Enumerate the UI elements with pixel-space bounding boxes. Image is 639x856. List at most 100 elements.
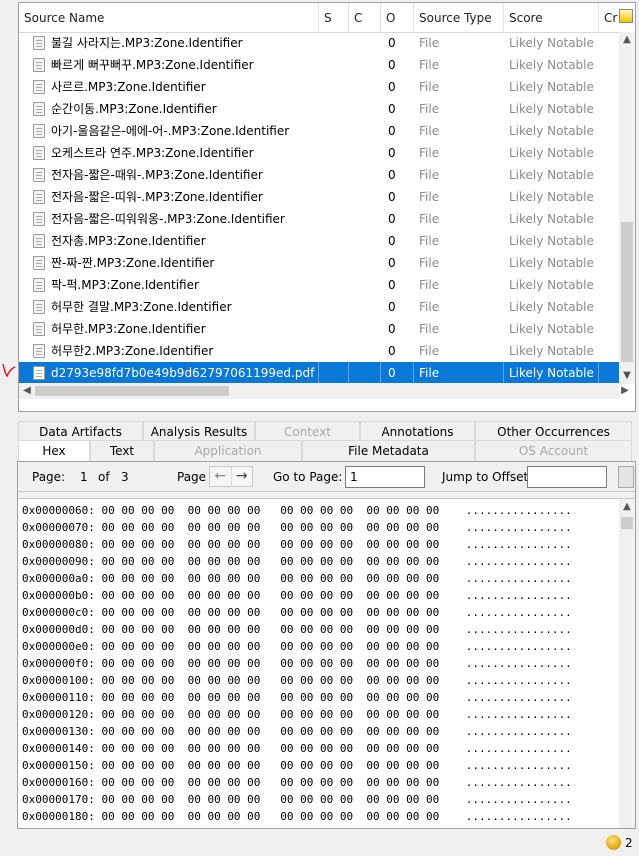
hex-bytes: 00 00 00 00 00 00 00 00 00 00 00 00 00 0… <box>101 742 440 755</box>
hex-bytes: 00 00 00 00 00 00 00 00 00 00 00 00 00 0… <box>101 759 440 772</box>
c-cell <box>349 340 381 362</box>
s-cell <box>319 318 349 340</box>
tab-annotations[interactable]: Annotations <box>360 421 475 441</box>
o-cell: 0 <box>388 234 396 248</box>
c-cell <box>349 274 381 296</box>
o-cell: 0 <box>388 102 396 116</box>
table-row[interactable]: 아기-울음같은-에에-어-.MP3:Zone.Identifier 0 File Li… <box>19 120 619 142</box>
scroll-thumb[interactable] <box>621 517 633 529</box>
source-name-cell: 불길 사라지는.MP3:Zone.Identifier <box>19 32 319 54</box>
hex-ascii: ................ <box>465 623 572 636</box>
page-label: Page: <box>32 470 66 484</box>
tab-hex[interactable]: Hex <box>18 440 90 461</box>
hex-bytes: 00 00 00 00 00 00 00 00 00 00 00 00 00 0… <box>101 708 440 721</box>
tab-context[interactable]: Context <box>255 421 360 441</box>
table-row[interactable]: 사르르.MP3:Zone.Identifier 0 File Likely Notab… <box>19 76 619 98</box>
source-name-text: 불길 사라지는.MP3:Zone.Identifier <box>51 36 243 50</box>
hex-line: 0x000000a0: 00 00 00 00 00 00 00 00 00 0… <box>22 570 572 587</box>
table-row[interactable]: d2793e98fd7b0e49b9d62797061199ed.pdf 0 Fil… <box>19 362 619 384</box>
tab-analysis-results[interactable]: Analysis Results <box>143 421 255 441</box>
s-cell <box>319 54 349 76</box>
previous-page-arrow-icon[interactable]: ← <box>210 467 231 486</box>
source-name-cell: 팍-퍽.MP3:Zone.Identifier <box>19 274 319 296</box>
scroll-thumb[interactable] <box>35 386 229 396</box>
s-cell <box>319 142 349 164</box>
tab-application[interactable]: Application <box>154 440 302 461</box>
table-row[interactable]: 빠르게 뻐꾸뻐꾸.MP3:Zone.Identifier 0 File Likely … <box>19 54 619 76</box>
table-horizontal-scrollbar[interactable]: ◀ ▶ <box>19 383 629 399</box>
scroll-thumb[interactable] <box>621 222 633 362</box>
table-row[interactable]: 불길 사라지는.MP3:Zone.Identifier 0 File Likely N… <box>19 32 619 54</box>
scroll-up-arrow-icon[interactable]: ▲ <box>619 499 635 515</box>
tab-other-occurrences[interactable]: Other Occurrences <box>475 421 632 441</box>
table-row[interactable]: 전자음-짧은-때워-.MP3:Zone.Identifier 0 File Likel… <box>19 164 619 186</box>
hex-bytes: 00 00 00 00 00 00 00 00 00 00 00 00 00 0… <box>101 521 440 534</box>
o-cell: 0 <box>388 300 396 314</box>
table-row[interactable]: 전자음-짧은-띠워-.MP3:Zone.Identifier 0 File Likel… <box>19 186 619 208</box>
s-cell <box>319 296 349 318</box>
scroll-right-arrow-icon[interactable]: ▶ <box>617 383 633 399</box>
hex-offset: 0x00000130: <box>22 725 95 738</box>
o-cell: 0 <box>388 80 396 94</box>
hex-ascii: ................ <box>465 776 572 789</box>
table-vertical-scrollbar[interactable]: ▲ ▼ <box>619 32 635 384</box>
column-header-o[interactable]: O <box>381 3 414 33</box>
table-row[interactable]: 짠-짜-짠.MP3:Zone.Identifier 0 File Likely Not… <box>19 252 619 274</box>
c-cell <box>349 142 381 164</box>
c-cell <box>349 164 381 186</box>
source-type-cell: File <box>419 36 440 50</box>
file-icon <box>33 256 45 270</box>
file-icon <box>33 344 45 358</box>
hex-vertical-scrollbar[interactable]: ▲ <box>619 499 635 828</box>
source-name-cell: 전자음-짧은-띠워-.MP3:Zone.Identifier <box>19 186 319 208</box>
hex-bytes: 00 00 00 00 00 00 00 00 00 00 00 00 00 0… <box>101 725 440 738</box>
c-cell <box>349 230 381 252</box>
scroll-left-arrow-icon[interactable]: ◀ <box>19 383 35 399</box>
tab-os-account[interactable]: OS Account <box>475 440 632 461</box>
table-row[interactable]: 순간이동.MP3:Zone.Identifier 0 File Likely Nota… <box>19 98 619 120</box>
content-viewer-tabs-row1: Data Artifacts Analysis Results Context Ann… <box>18 421 632 441</box>
tab-data-artifacts[interactable]: Data Artifacts <box>18 421 143 441</box>
column-header-s[interactable]: S <box>319 3 349 33</box>
scroll-up-arrow-icon[interactable]: ▲ <box>619 32 635 48</box>
source-type-cell: File <box>419 168 440 182</box>
score-cell: Likely Notable <box>509 58 594 72</box>
tab-file-metadata[interactable]: File Metadata <box>302 440 475 461</box>
source-name-cell: 전자총.MP3:Zone.Identifier <box>19 230 319 252</box>
source-name-text: 전자음-짧은-때워-.MP3:Zone.Identifier <box>51 168 263 182</box>
column-header-source-name[interactable]: Source Name <box>19 3 319 33</box>
source-type-cell: File <box>419 146 440 160</box>
hex-content[interactable]: 0x00000060: 00 00 00 00 00 00 00 00 00 0… <box>18 498 635 828</box>
column-header-score[interactable]: Score <box>504 3 599 33</box>
hex-ascii: ................ <box>465 657 572 670</box>
table-row[interactable]: 전자음-짧은-띠워워옹-.MP3:Zone.Identifier 0 File Lik… <box>19 208 619 230</box>
hex-bytes: 00 00 00 00 00 00 00 00 00 00 00 00 00 0… <box>101 538 440 551</box>
column-header-source-type[interactable]: Source Type <box>414 3 504 33</box>
table-row[interactable]: 허무한 결말.MP3:Zone.Identifier 0 File Likely No… <box>19 296 619 318</box>
hex-line: 0x00000080: 00 00 00 00 00 00 00 00 00 0… <box>22 536 572 553</box>
file-icon <box>33 80 45 94</box>
jump-to-offset-input[interactable] <box>527 466 607 488</box>
column-header-c[interactable]: C <box>349 3 381 33</box>
table-row[interactable]: 허무한2.MP3:Zone.Identifier 0 File Likely Nota… <box>19 340 619 362</box>
table-row[interactable]: 허무한.MP3:Zone.Identifier 0 File Likely Notab… <box>19 318 619 340</box>
o-cell: 0 <box>388 146 396 160</box>
notification-bulb-icon[interactable] <box>606 835 621 850</box>
hex-bytes: 00 00 00 00 00 00 00 00 00 00 00 00 00 0… <box>101 623 440 636</box>
file-icon <box>33 234 45 248</box>
next-page-arrow-icon[interactable]: → <box>230 467 253 486</box>
hex-ascii: ................ <box>465 742 572 755</box>
score-cell: Likely Notable <box>509 36 594 50</box>
toolbar-overflow-button[interactable] <box>618 466 634 488</box>
table-row[interactable]: 팍-퍽.MP3:Zone.Identifier 0 File Likely Notab… <box>19 274 619 296</box>
tab-text[interactable]: Text <box>90 440 154 461</box>
score-cell: Likely Notable <box>509 256 594 270</box>
file-icon <box>33 168 45 182</box>
c-cell <box>349 318 381 340</box>
scroll-down-arrow-icon[interactable]: ▼ <box>619 368 635 384</box>
column-chooser-icon[interactable] <box>619 9 633 23</box>
table-row[interactable]: 오케스트라 연주.MP3:Zone.Identifier 0 File Likely … <box>19 142 619 164</box>
c-cell <box>349 362 381 384</box>
goto-page-input[interactable] <box>345 466 425 488</box>
table-row[interactable]: 전자총.MP3:Zone.Identifier 0 File Likely Notab… <box>19 230 619 252</box>
